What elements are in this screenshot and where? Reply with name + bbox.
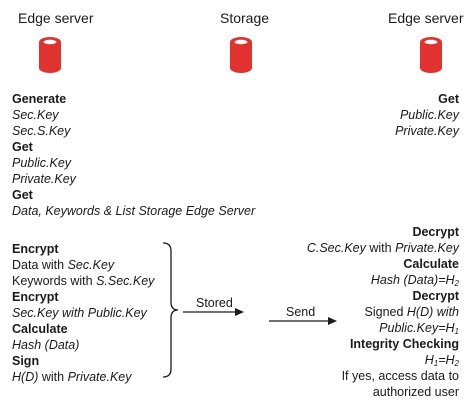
- h-text: H: [424, 353, 434, 367]
- hash-h2-line: Hash (Data)=H2: [307, 272, 459, 288]
- access-line-2: authorized user: [372, 385, 459, 399]
- equals-h-text: =H: [438, 353, 455, 367]
- hd-with-text: H(D) with: [406, 305, 459, 319]
- decrypt-with: with: [365, 241, 396, 255]
- stored-label: Stored: [196, 296, 233, 310]
- hash-h-text: Hash (Data)=H: [370, 273, 455, 287]
- decrypt-private-key: Private.Key: [395, 241, 459, 255]
- decrypt-sec-key-line: C.Sec.Key with Private.Key: [307, 240, 459, 256]
- h2-subscript: 2: [454, 359, 459, 368]
- decrypt-title: Decrypt: [412, 225, 459, 239]
- signed-text: Signed: [364, 305, 407, 319]
- h1-equals-h2-line: H1=H2: [307, 352, 459, 368]
- signed-hd-line: Signed H(D) with: [307, 304, 460, 320]
- public-key-h1-line: Public.Key=H1: [307, 320, 459, 336]
- right-bottom-block: Decrypt C.Sec.Key with Private.Key Calcu…: [307, 224, 459, 400]
- c-sec-key: C.Sec.Key: [306, 241, 366, 255]
- calculate-title: Calculate: [403, 257, 459, 271]
- h2-subscript: 2: [454, 279, 459, 288]
- h1-subscript: 1: [454, 327, 459, 336]
- integrity-checking-title: Integrity Checking: [349, 337, 459, 351]
- decrypt-title: Decrypt: [412, 289, 459, 303]
- curly-brace: [162, 242, 179, 378]
- public-key-h-text: Public.Key=H: [379, 321, 455, 335]
- access-line-1: If yes, access data to: [341, 369, 459, 383]
